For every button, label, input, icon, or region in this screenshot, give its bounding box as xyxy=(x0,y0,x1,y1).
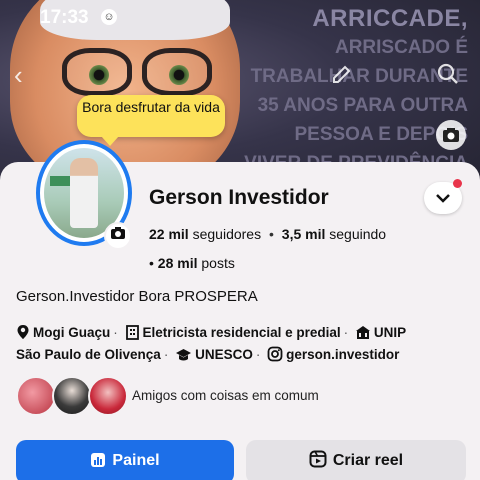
search-icon[interactable] xyxy=(436,62,460,91)
edit-pencil-icon[interactable] xyxy=(330,62,354,91)
posts-label: posts xyxy=(201,255,235,271)
profile-menu-button[interactable] xyxy=(424,179,462,214)
cover-text-line: ARRISCADO É xyxy=(334,37,468,58)
detail-job[interactable]: Eletricista residencial e predial xyxy=(125,325,341,340)
location-pin-icon xyxy=(17,325,29,339)
note-bubble[interactable]: Bora desfrutar da vida xyxy=(77,95,225,146)
dashboard-button[interactable]: Painel xyxy=(16,440,234,480)
detail-location[interactable]: Mogi Guaçu xyxy=(16,325,110,340)
reel-icon xyxy=(309,450,327,468)
cover-text: ARRICCADE, ARRISCADO É TRABALHAR DURANTE… xyxy=(238,4,468,178)
instagram-icon xyxy=(267,346,283,362)
cover-text-line: 35 ANOS PARA OUTRA xyxy=(257,95,468,116)
profile-details: Mogi Guaçu · Eletricista residencial e pr… xyxy=(16,325,407,362)
cover-text-line: ARRICCADE, xyxy=(312,5,468,32)
status-time: 17:33 xyxy=(40,7,89,28)
following-label[interactable]: seguindo xyxy=(329,226,386,242)
following-count[interactable]: 3,5 mil xyxy=(282,226,326,242)
follow-stats: 22 mil seguidores • 3,5 mil seguindo xyxy=(149,226,387,242)
posts-count: 28 mil xyxy=(157,255,198,271)
notification-dot xyxy=(453,179,462,188)
chart-icon xyxy=(91,453,106,467)
detail-hometown[interactable]: São Paulo de Olivença xyxy=(16,347,161,362)
avatar[interactable] xyxy=(36,140,132,250)
friend-avatar[interactable] xyxy=(16,376,56,416)
cover-camera-icon[interactable] xyxy=(436,120,466,150)
status-indicator-icon: ☺ xyxy=(101,9,117,25)
cover-text-line: PESSOA E DEPOIS xyxy=(294,124,468,145)
work-building-icon xyxy=(125,325,139,340)
followers-label[interactable]: seguidores xyxy=(193,226,262,242)
detail-education[interactable]: UNESCO xyxy=(175,347,253,362)
profile-name: Gerson Investidor xyxy=(149,186,329,209)
workplace-icon xyxy=(355,326,370,339)
friend-avatar[interactable] xyxy=(88,376,128,416)
avatar-camera-icon[interactable] xyxy=(104,222,132,250)
profile-bio: Gerson.Investidor Bora PROSPERA xyxy=(16,288,258,305)
followers-count[interactable]: 22 mil xyxy=(149,226,189,242)
posts-stats: • 28 mil posts xyxy=(149,255,235,271)
education-cap-icon xyxy=(176,349,192,361)
friend-avatar[interactable] xyxy=(52,376,92,416)
mutual-friends-label[interactable]: Amigos com coisas em comum xyxy=(132,388,319,403)
detail-workplace[interactable]: UNIP xyxy=(355,325,406,340)
detail-instagram[interactable]: gerson.investidor xyxy=(267,346,399,362)
create-reel-button[interactable]: Criar reel xyxy=(246,440,466,480)
back-arrow-icon[interactable]: ‹ xyxy=(14,62,23,88)
